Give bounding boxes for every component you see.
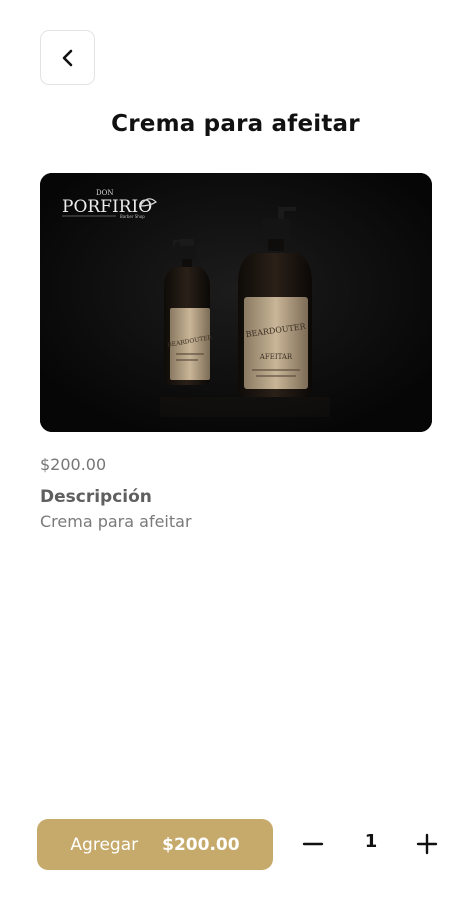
add-button-label: Agregar <box>70 834 139 855</box>
decrement-button[interactable] <box>298 829 328 859</box>
add-to-cart-button[interactable]: Agregar $200.00 <box>37 819 273 870</box>
chevron-left-icon <box>62 49 72 66</box>
back-button[interactable] <box>40 30 95 85</box>
svg-text:DON: DON <box>96 189 113 197</box>
page-title: Crema para afeitar <box>111 111 360 137</box>
add-button-price: $200.00 <box>162 834 240 855</box>
quantity-value: 1 <box>364 831 378 852</box>
minus-icon <box>302 842 324 846</box>
product-price: $200.00 <box>40 455 107 474</box>
increment-button[interactable] <box>412 829 442 859</box>
svg-text:AFEITAR: AFEITAR <box>259 353 293 361</box>
description-heading: Descripción <box>40 487 152 507</box>
plus-icon <box>416 833 438 855</box>
description-text: Crema para afeitar <box>40 512 192 531</box>
product-image: DON PORFIRIO Barber Shop BEARDOUTER BEAR… <box>40 173 432 432</box>
svg-text:Barber Shop: Barber Shop <box>120 214 145 219</box>
